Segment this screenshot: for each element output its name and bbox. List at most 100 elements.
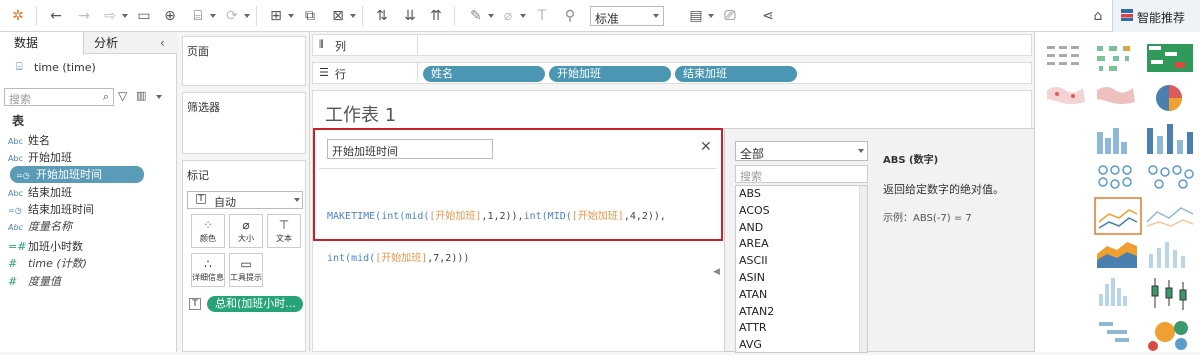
area-chart-thumb[interactable] [1097,242,1137,268]
pie-chart-thumb[interactable] [1156,85,1182,111]
detail-button[interactable]: ∴ 详细信息 [191,253,225,287]
sort-desc-icon[interactable]: ⇈ [426,6,446,26]
fit-dropdown[interactable]: 标准 [590,6,664,26]
formula-token: int( [327,253,352,264]
function-item[interactable]: ASCII [736,253,867,270]
string-icon: Abc [8,223,23,232]
field-item[interactable]: Abc 度量名称 [8,218,176,235]
function-item[interactable]: AND [736,220,867,237]
sort-asc-icon[interactable]: ⇊ [400,6,420,26]
clear-sheet-icon[interactable]: ⊠ [328,6,348,26]
field-label: time (计数) [28,257,87,270]
tab-analysis[interactable]: 分析 [94,32,118,54]
text-button[interactable]: ⊤ 文本 [267,214,301,248]
text-table-thumb[interactable] [1043,40,1087,74]
pin-icon[interactable]: ⚲ [560,6,580,26]
function-item[interactable]: ATAN2 [736,304,867,321]
refresh-icon[interactable]: ⟳ [222,6,242,26]
side-by-side-circle-thumb[interactable] [1148,165,1194,189]
search-field[interactable]: 搜索 ⌕ [4,88,114,106]
row-pill[interactable]: 姓名 [423,66,545,82]
tab-data[interactable]: 数据 [14,32,38,54]
text-icon: ⊤ [278,218,290,232]
show-me-icon [1121,9,1133,21]
marks-measure-pill[interactable]: 总和(加班小时... [207,296,303,312]
tooltip-icon: ▭ [240,257,252,271]
formula-editor[interactable]: MAKETIME(int(mid([开始加班],1,2)),int(MID([开… [327,182,666,294]
replay-icon[interactable]: ⇨ [100,6,120,26]
datasource-name[interactable]: time (time) [34,61,96,74]
expand-arrow-icon[interactable]: ◀ [713,267,720,277]
row-pill[interactable]: 结束加班 [675,66,797,82]
show-me-button[interactable]: 智能推荐 [1112,0,1200,32]
function-item[interactable]: ABS [736,186,867,203]
highlight-icon[interactable]: ✎ [466,6,486,26]
discrete-area-thumb[interactable] [1149,242,1185,268]
field-item[interactable]: # 度量值 [8,273,176,290]
tooltip-button[interactable]: ▭ 工具提示 [229,253,263,287]
field-label: 结束加班 [28,186,72,199]
size-button[interactable]: ⌀ 大小 [229,214,263,248]
rows-shelf[interactable]: ☰ 行 姓名 开始加班 结束加班 [312,62,1032,84]
datasource-icon[interactable]: ⌸ [188,6,208,26]
swap-icon[interactable]: ⇅ [372,6,392,26]
calc-name-field[interactable]: 开始加班时间 [327,139,493,159]
undo-icon[interactable]: ← [46,6,66,26]
field-item[interactable]: Abc 姓名 [8,132,176,149]
view-options-icon[interactable]: ▥ [136,89,146,102]
save-icon[interactable]: ▭ [134,6,154,26]
function-item[interactable]: ATTR [736,320,867,337]
field-item[interactable]: =# 加班小时数 [8,238,176,255]
redo-icon[interactable]: → [74,6,94,26]
filter-icon[interactable]: ▽ [118,89,127,103]
label-icon[interactable]: T [532,6,552,26]
brush-icon[interactable]: ⌂ [1088,6,1108,26]
field-item-selected[interactable]: =◷ 开始加班时间 [10,166,144,183]
function-item[interactable]: ASIN [736,270,867,287]
group-icon[interactable]: ⌀ [498,6,518,26]
field-item[interactable]: Abc 结束加班 [8,184,176,201]
function-item[interactable]: AVG [736,337,867,352]
pages-card[interactable]: 页面 [182,36,306,86]
function-category-dropdown[interactable]: 全部 [735,141,868,161]
presentation-icon[interactable]: ⎚ [720,6,740,26]
formula-token: mid( [405,211,430,222]
color-button[interactable]: ⁘ 颜色 [191,214,225,248]
field-item[interactable]: # time (计数) [8,255,176,272]
highlight-table-thumb[interactable] [1147,44,1193,72]
function-item[interactable]: ACOS [736,203,867,220]
filled-map-thumb[interactable] [1097,87,1135,104]
duplicate-sheet-icon[interactable]: ⧉ [300,6,320,26]
new-datasource-icon[interactable]: ⊕ [160,6,180,26]
field-item[interactable]: =◷ 结束加班时间 [8,201,176,218]
box-plot-thumb[interactable] [1151,278,1187,310]
field-label: 加班小时数 [28,240,83,253]
mark-type-dropdown[interactable]: T 自动 [187,191,303,209]
packed-bubbles-thumb[interactable] [1148,321,1188,351]
close-icon[interactable]: ✕ [700,139,712,155]
function-item[interactable]: AREA [736,236,867,253]
histogram-thumb[interactable] [1099,278,1127,306]
new-sheet-icon[interactable]: ⊞ [266,6,286,26]
string-icon: Abc [8,154,23,163]
selected-line-chart-thumb[interactable] [1094,197,1142,235]
row-pill[interactable]: 开始加班 [549,66,671,82]
filters-card[interactable]: 筛选器 [182,92,306,154]
function-list-scrollbar[interactable] [859,186,867,352]
share-icon[interactable]: ⋖ [758,6,778,26]
bar-chart-thumb[interactable] [1097,128,1127,154]
heat-map-thumb[interactable] [1097,46,1130,71]
stacked-bar-thumb[interactable] [1147,124,1193,154]
calculation-editor: 开始加班时间 ✕ MAKETIME(int(mid([开始加班],1,2)),i… [313,128,723,264]
circle-view-thumb[interactable] [1098,165,1132,189]
function-search-field[interactable]: 搜索 [735,165,868,183]
function-detail-description: 返回给定数字的绝对值。 [883,183,1004,196]
field-item[interactable]: Abc 开始加班 [8,149,176,166]
dual-line-thumb[interactable] [1146,207,1194,227]
function-item[interactable]: ATAN [736,287,867,304]
symbol-map-thumb[interactable] [1047,87,1085,104]
collapse-icon[interactable]: ‹ [160,32,165,54]
gantt-thumb[interactable] [1099,322,1129,342]
show-cards-icon[interactable]: ▤ [686,6,706,26]
columns-shelf[interactable]: ⫴ 列 [312,34,1032,56]
